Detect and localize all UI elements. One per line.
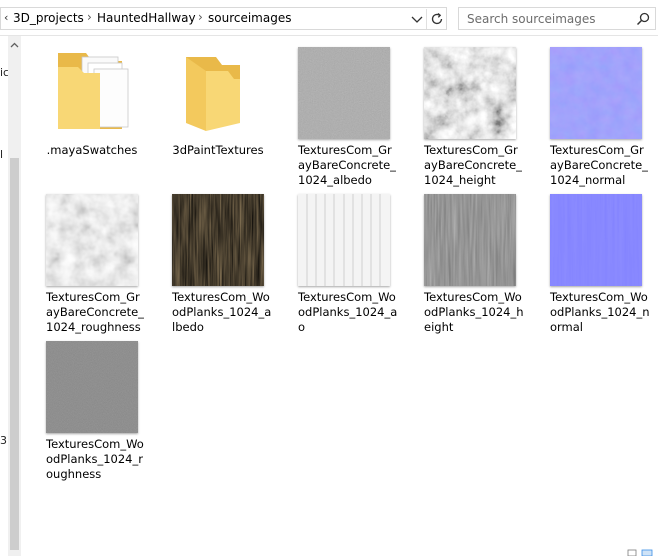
image-thumbnail-icon: [298, 194, 390, 286]
breadcrumb-item-3d-projects[interactable]: 3D_projects: [13, 11, 84, 25]
image-thumbnail-icon: [172, 194, 264, 286]
nav-item-fragment[interactable]: l: [0, 148, 3, 161]
scroll-up-arrow-icon[interactable]: [9, 40, 20, 51]
image-thumbnail-icon: [46, 341, 138, 433]
image-thumbnail-icon: [424, 47, 516, 139]
breadcrumb-chevron-icon[interactable]: ›: [198, 10, 203, 24]
breadcrumb-item-sourceimages[interactable]: sourceimages: [208, 11, 291, 25]
breadcrumb-item-hauntedhallway[interactable]: HauntedHallway: [97, 11, 196, 25]
file-name: TexturesCom_WoodPlanks_1024_ao: [298, 290, 398, 334]
image-thumbnail-icon: [424, 194, 516, 286]
search-input[interactable]: Search sourceimages: [458, 7, 656, 30]
address-toolbar: ‹ 3D_projects › HauntedHallway › sourcei…: [0, 0, 658, 36]
file-name: TexturesCom_WoodPlanks_1024_normal: [550, 290, 650, 334]
file-name: TexturesCom_GrayBareConcrete_1024_normal: [550, 143, 648, 187]
folder-name: .mayaSwatches: [46, 143, 138, 157]
search-icon[interactable]: [635, 11, 651, 27]
folder-name: 3dPaintTextures: [172, 143, 264, 157]
file-name: TexturesCom_GrayBareConcrete_1024_albedo: [298, 143, 396, 187]
file-name: TexturesCom_GrayBareConcrete_1024_height: [424, 143, 522, 187]
file-name: TexturesCom_WoodPlanks_1024_height: [424, 290, 524, 334]
navigation-scrollbar-thumb[interactable]: [10, 158, 19, 550]
image-thumbnail-icon: [550, 47, 642, 139]
folder-icon: [172, 43, 272, 139]
breadcrumb-chevron-icon[interactable]: ›: [87, 10, 92, 24]
image-thumbnail-icon: [550, 194, 642, 286]
address-bar[interactable]: ‹ 3D_projects › HauntedHallway › sourcei…: [0, 7, 447, 30]
navigation-pane[interactable]: ic l 3): [0, 36, 11, 556]
breadcrumb-overflow-icon[interactable]: ‹: [4, 11, 8, 24]
file-name: TexturesCom_WoodPlanks_1024_roughness: [46, 437, 144, 481]
folder-with-documents-icon: [44, 43, 144, 139]
file-list-view[interactable]: .mayaSwatches 3dPaintTextures TexturesCo…: [22, 37, 658, 556]
image-thumbnail-icon: [298, 47, 390, 139]
file-name: TexturesCom_GrayBareConcrete_1024_roughn…: [46, 290, 144, 334]
refresh-icon[interactable]: [426, 9, 446, 29]
file-name: TexturesCom_WoodPlanks_1024_albedo: [172, 290, 272, 334]
address-history-dropdown-icon[interactable]: [408, 10, 426, 28]
view-toggle-icon[interactable]: [626, 546, 656, 556]
search-placeholder: Search sourceimages: [467, 12, 596, 26]
image-thumbnail-icon: [46, 194, 138, 286]
